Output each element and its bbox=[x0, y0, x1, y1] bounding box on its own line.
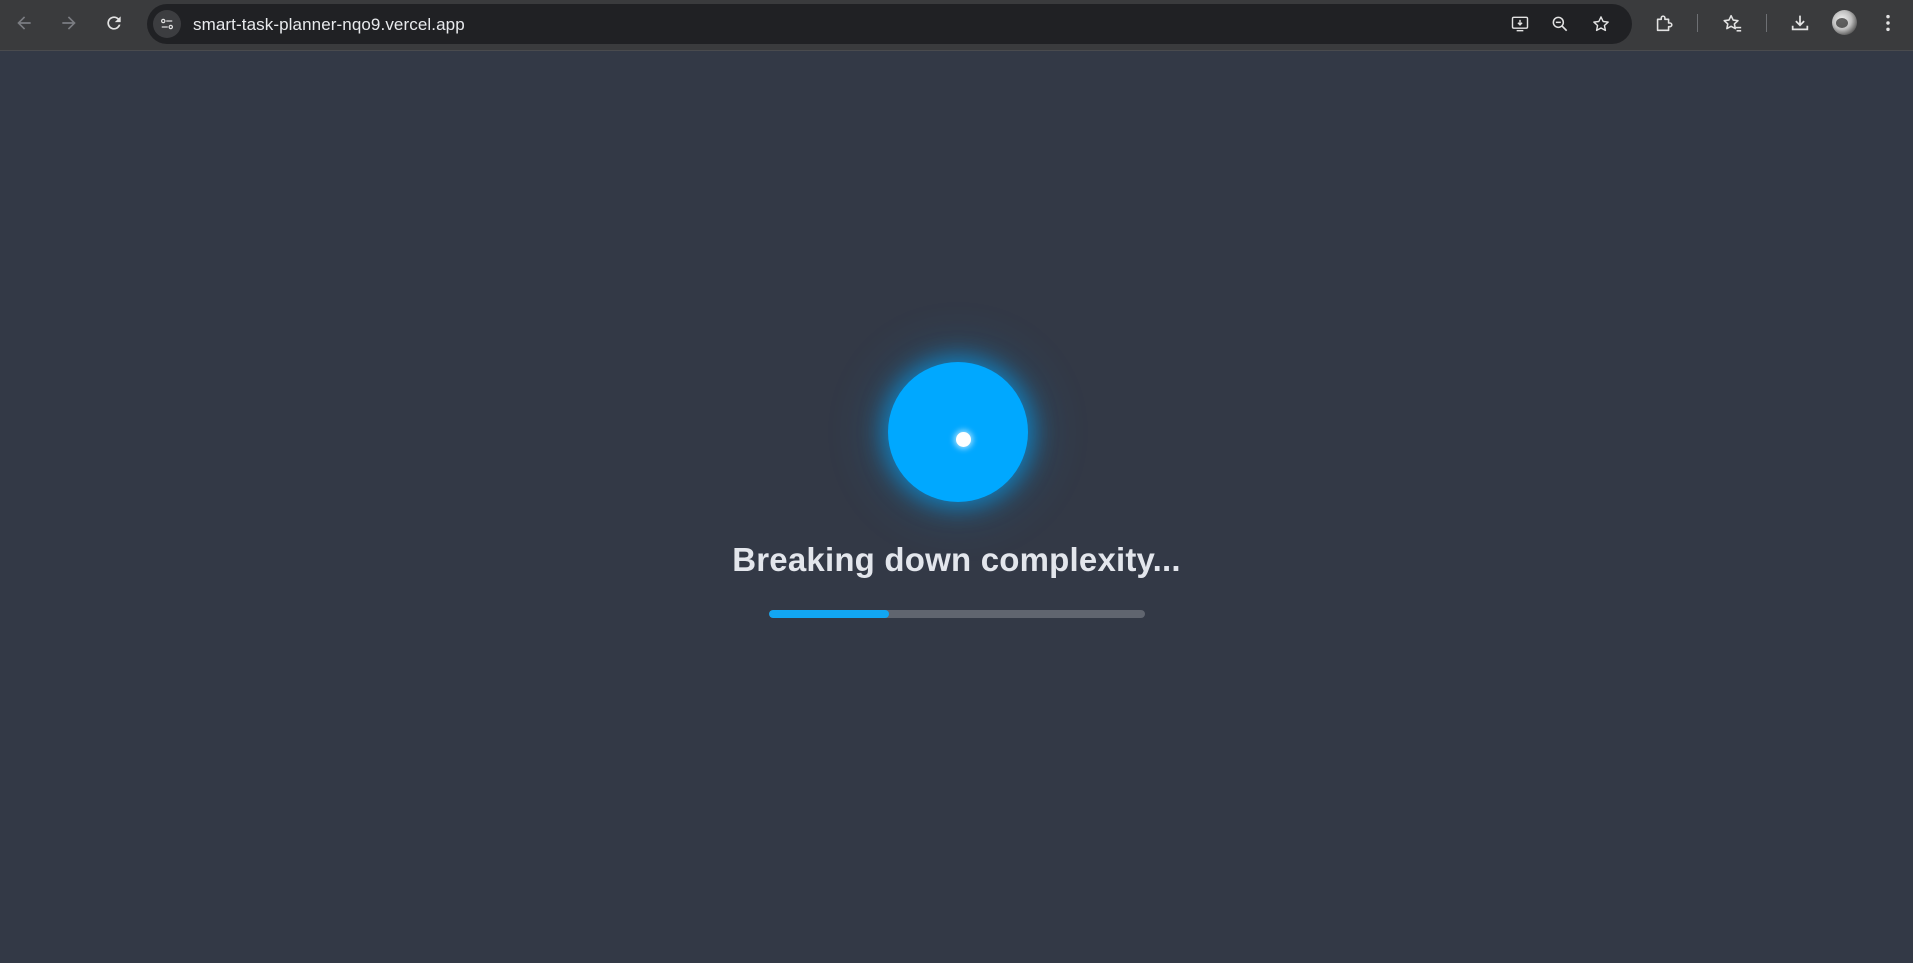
zoom-out-icon bbox=[1552, 16, 1568, 32]
tune-icon bbox=[161, 18, 174, 30]
menu-button[interactable] bbox=[1876, 11, 1900, 35]
reload-icon bbox=[107, 16, 121, 30]
install-app-button[interactable] bbox=[1510, 14, 1530, 34]
loading-status-text: Breaking down complexity... bbox=[732, 541, 1181, 578]
download-icon bbox=[1791, 15, 1809, 31]
star-list-icon bbox=[1723, 14, 1742, 32]
address-bar[interactable]: smart-task-planner-nqo9.vercel.app bbox=[147, 4, 1632, 44]
browser-toolbar: smart-task-planner-nqo9.vercel.app bbox=[0, 0, 1913, 51]
bookmarks-manager-button[interactable] bbox=[1720, 11, 1744, 35]
install-app-icon bbox=[1511, 16, 1529, 32]
bookmark-button[interactable] bbox=[1591, 14, 1611, 34]
page-content bbox=[0, 52, 1913, 963]
star-icon bbox=[1593, 16, 1609, 32]
kebab-menu-icon bbox=[1886, 14, 1890, 32]
site-info-button[interactable] bbox=[153, 10, 181, 38]
back-button[interactable] bbox=[10, 9, 38, 37]
avatar[interactable] bbox=[1832, 10, 1857, 35]
toolbar-divider bbox=[1766, 14, 1767, 32]
arrow-left-icon bbox=[17, 16, 31, 30]
loading-orb bbox=[888, 362, 1028, 502]
arrow-right-icon bbox=[62, 16, 76, 30]
loading-orb-dot bbox=[956, 432, 971, 447]
progress-bar-fill bbox=[769, 610, 890, 618]
puzzle-icon bbox=[1656, 15, 1673, 32]
zoom-button[interactable] bbox=[1550, 14, 1570, 34]
reload-button[interactable] bbox=[100, 9, 128, 37]
progress-bar bbox=[769, 610, 1145, 618]
forward-button[interactable] bbox=[55, 9, 83, 37]
extensions-button[interactable] bbox=[1652, 11, 1676, 35]
toolbar-divider bbox=[1697, 14, 1698, 32]
url-text[interactable]: smart-task-planner-nqo9.vercel.app bbox=[193, 15, 465, 35]
downloads-button[interactable] bbox=[1788, 11, 1812, 35]
